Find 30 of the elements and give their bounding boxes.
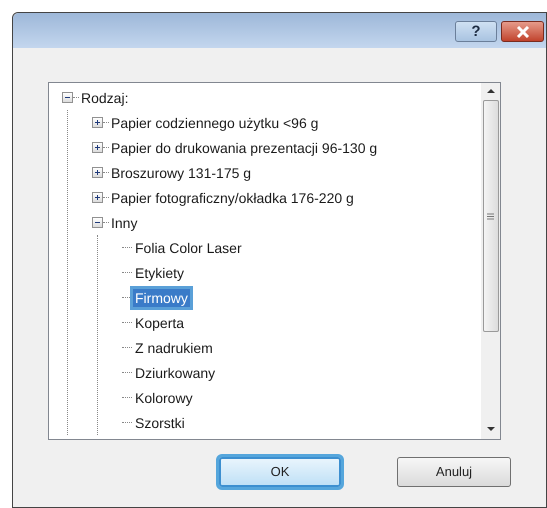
tree-item[interactable]: Koperta xyxy=(133,314,186,332)
dialog-button[interactable]: Anuluj xyxy=(397,457,511,487)
expand-icon[interactable] xyxy=(92,167,103,178)
tree-item[interactable]: Dziurkowany xyxy=(133,364,218,382)
scroll-down-icon[interactable] xyxy=(486,427,494,431)
collapse-icon[interactable] xyxy=(92,217,103,228)
tree-item[interactable]: Szorstki xyxy=(133,414,187,432)
expand-icon[interactable] xyxy=(92,192,103,203)
help-button[interactable]: ? xyxy=(455,21,497,42)
tree-item[interactable]: Broszurowy 131-175 g xyxy=(109,164,254,182)
tree-item[interactable]: Rodzaj: xyxy=(79,88,130,106)
tree-item[interactable]: Z nadrukiem xyxy=(133,338,215,356)
tree-item[interactable]: Firmowy xyxy=(133,288,190,306)
close-button[interactable] xyxy=(501,21,544,42)
scroll-thumb[interactable] xyxy=(482,100,498,332)
tree-item[interactable]: Papier fotograficzny/okładka 176-220 g xyxy=(109,188,356,206)
tree-item[interactable]: Etykiety xyxy=(133,264,186,282)
tree-item[interactable]: Papier codziennego użytku <96 g xyxy=(109,114,320,132)
close-icon xyxy=(516,26,530,38)
tree-item[interactable]: Kolorowy xyxy=(133,388,195,406)
tree-item[interactable]: Papier do drukowania prezentacji 96-130 g xyxy=(109,138,380,156)
grip-icon xyxy=(487,212,494,220)
tree-item[interactable]: Inny xyxy=(109,214,140,232)
scroll-up-icon[interactable] xyxy=(486,89,494,93)
expand-icon[interactable] xyxy=(92,117,103,128)
collapse-icon[interactable] xyxy=(62,92,73,103)
expand-icon[interactable] xyxy=(92,142,103,153)
dialog-button[interactable]: OK xyxy=(219,457,341,487)
tree-item[interactable]: Folia Color Laser xyxy=(133,238,244,256)
scrollbar[interactable] xyxy=(481,83,500,439)
